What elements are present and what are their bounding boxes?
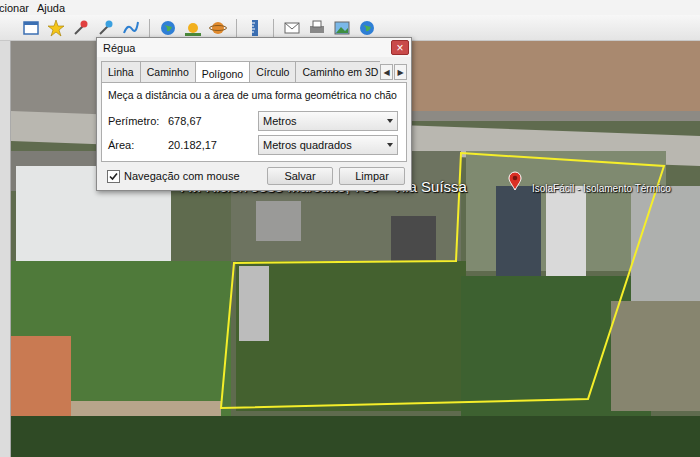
measure-row: Perímetro: 678,67 Metros bbox=[108, 111, 398, 131]
placemark-pin-icon[interactable] bbox=[508, 171, 522, 191]
toolbar-button[interactable] bbox=[356, 17, 378, 39]
ruler-dialog: Régua × LinhaCaminhoPolígonoCírculoCamin… bbox=[96, 37, 412, 191]
toolbar-button[interactable] bbox=[120, 17, 142, 39]
menu-bar: cionar Ajuda bbox=[0, 0, 700, 15]
field-value: 20.182,17 bbox=[166, 137, 252, 153]
field-value: 678,67 bbox=[166, 113, 252, 129]
check-icon bbox=[109, 172, 118, 181]
tab[interactable]: Caminho em 3D bbox=[295, 61, 380, 82]
dialog-button[interactable]: Salvar bbox=[267, 167, 333, 185]
tab-panel: Meça a distância ou a área de uma forma … bbox=[101, 82, 407, 162]
google-earth-window: cionarAjuda Av. Ricieri José Marcatto, 7… bbox=[0, 0, 700, 457]
pin2-icon bbox=[97, 19, 115, 37]
tab[interactable]: Caminho bbox=[140, 61, 196, 82]
print-icon bbox=[308, 19, 326, 37]
earth-icon bbox=[358, 19, 376, 37]
menu-item[interactable]: Ajuda bbox=[37, 2, 65, 14]
side-panel bbox=[0, 41, 11, 457]
tab-scroll-button[interactable]: ◀ bbox=[380, 64, 393, 80]
description: Meça a distância ou a área de uma forma … bbox=[108, 89, 398, 101]
pin1-icon bbox=[72, 19, 90, 37]
star-icon bbox=[47, 19, 65, 37]
tab[interactable]: Linha bbox=[101, 61, 141, 82]
toolbar-separator bbox=[273, 19, 274, 37]
toolbar-button[interactable] bbox=[331, 17, 353, 39]
menu-item[interactable]: cionar bbox=[0, 2, 29, 14]
dialog-button[interactable]: Limpar bbox=[339, 167, 405, 185]
field-label: Área: bbox=[108, 139, 160, 151]
toolbar-separator bbox=[149, 19, 150, 37]
checkbox-box bbox=[107, 170, 120, 183]
dialog-title: Régua bbox=[103, 42, 135, 54]
toolbar-button[interactable] bbox=[281, 17, 303, 39]
field-label: Perímetro: bbox=[108, 115, 160, 127]
unit-select[interactable]: Metros bbox=[258, 111, 398, 131]
mail-icon bbox=[283, 19, 301, 37]
tab-scroll-button[interactable]: ▶ bbox=[394, 64, 407, 80]
toolbar-button[interactable] bbox=[95, 17, 117, 39]
toolbar-button[interactable] bbox=[244, 17, 266, 39]
image-icon bbox=[333, 19, 351, 37]
tab[interactable]: Polígono bbox=[195, 61, 250, 82]
sun-icon bbox=[184, 19, 202, 37]
unit-select[interactable]: Metros quadrados bbox=[258, 135, 398, 155]
ruler-icon bbox=[246, 19, 264, 37]
mouse-navigation-checkbox[interactable]: Navegação com mouse bbox=[107, 170, 240, 183]
frame-icon bbox=[22, 19, 40, 37]
toolbar-button[interactable] bbox=[70, 17, 92, 39]
toolbar-button[interactable] bbox=[20, 17, 42, 39]
path-icon bbox=[122, 19, 140, 37]
toolbar-button[interactable] bbox=[157, 17, 179, 39]
globe-icon bbox=[159, 19, 177, 37]
close-button[interactable]: × bbox=[391, 40, 409, 55]
tab-bar: LinhaCaminhoPolígonoCírculoCaminho em 3D… bbox=[101, 61, 407, 82]
toolbar-separator bbox=[236, 19, 237, 37]
tab[interactable]: Círculo bbox=[249, 61, 296, 82]
toolbar-button[interactable] bbox=[207, 17, 229, 39]
toolbar-button[interactable] bbox=[45, 17, 67, 39]
dropdown-arrow-icon bbox=[387, 119, 393, 123]
dropdown-arrow-icon bbox=[387, 143, 393, 147]
planet-icon bbox=[209, 19, 227, 37]
toolbar-button[interactable] bbox=[182, 17, 204, 39]
map-label: IsolaFácil - Isolamento Térmico bbox=[532, 183, 671, 194]
title-bar[interactable]: Régua × bbox=[97, 38, 411, 57]
toolbar-button[interactable] bbox=[306, 17, 328, 39]
measure-row: Área: 20.182,17 Metros quadrados bbox=[108, 135, 398, 155]
